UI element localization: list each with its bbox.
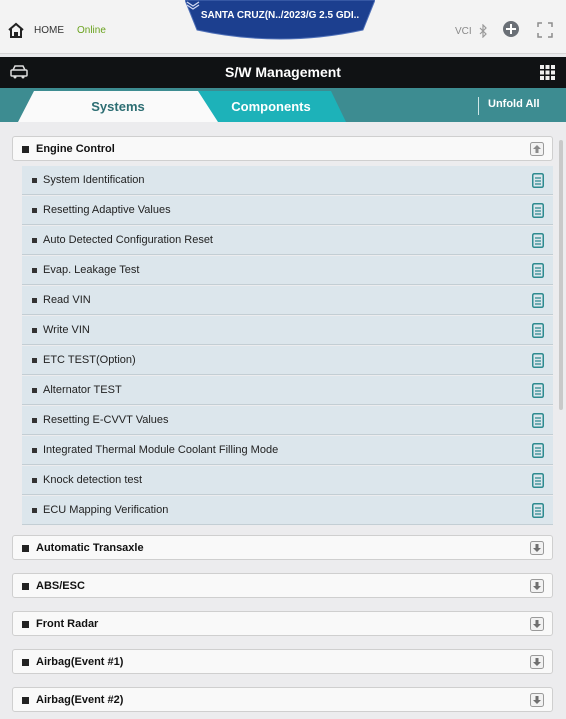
item-label: Evap. Leakage Test bbox=[43, 264, 140, 276]
bullet bbox=[32, 358, 37, 363]
tab-systems[interactable]: Systems bbox=[18, 91, 218, 122]
bullet bbox=[32, 238, 37, 243]
item-label: Alternator TEST bbox=[43, 384, 122, 396]
expand-icon[interactable] bbox=[530, 693, 544, 707]
title-bar: S/W Management bbox=[0, 57, 566, 88]
group-header-automatic-transaxle[interactable]: Automatic Transaxle bbox=[12, 535, 553, 560]
document-icon[interactable] bbox=[532, 473, 544, 488]
vci-label: VCI bbox=[455, 26, 472, 37]
bullet bbox=[32, 268, 37, 273]
document-icon[interactable] bbox=[532, 323, 544, 338]
list-item[interactable]: Write VIN bbox=[22, 316, 553, 345]
bullet bbox=[32, 388, 37, 393]
list-item[interactable]: Auto Detected Configuration Reset bbox=[22, 226, 553, 255]
collapse-icon[interactable] bbox=[530, 142, 544, 156]
bullet bbox=[22, 697, 29, 704]
bullet bbox=[22, 621, 29, 628]
chevron-down-icon bbox=[186, 1, 200, 10]
document-icon[interactable] bbox=[532, 233, 544, 248]
document-icon[interactable] bbox=[532, 293, 544, 308]
group-header-engine-control[interactable]: Engine Control bbox=[12, 136, 553, 161]
item-label: Resetting E-CVVT Values bbox=[43, 414, 169, 426]
vehicle-selector[interactable]: SANTA CRUZ(N../2023/G 2.5 GDI.. bbox=[185, 0, 375, 44]
bullet bbox=[32, 478, 37, 483]
bullet bbox=[22, 659, 29, 666]
tab-systems-label: Systems bbox=[91, 99, 145, 114]
bluetooth-icon bbox=[479, 24, 487, 38]
bullet bbox=[22, 583, 29, 590]
document-icon[interactable] bbox=[532, 383, 544, 398]
item-label: ETC TEST(Option) bbox=[43, 354, 136, 366]
online-status: Online bbox=[77, 25, 106, 36]
item-label: Write VIN bbox=[43, 324, 90, 336]
list-item[interactable]: ECU Mapping Verification bbox=[22, 496, 553, 525]
divider bbox=[478, 97, 479, 115]
list-item[interactable]: Alternator TEST bbox=[22, 376, 553, 405]
vehicle-name: SANTA CRUZ(N../2023/G 2.5 GDI.. bbox=[200, 10, 360, 21]
home-label[interactable]: HOME bbox=[34, 25, 64, 36]
list-item[interactable]: Evap. Leakage Test bbox=[22, 256, 553, 285]
item-label: Auto Detected Configuration Reset bbox=[43, 234, 213, 246]
document-icon[interactable] bbox=[532, 353, 544, 368]
bullet bbox=[32, 298, 37, 303]
list-item[interactable]: ETC TEST(Option) bbox=[22, 346, 553, 375]
group-header-front-radar[interactable]: Front Radar bbox=[12, 611, 553, 636]
group-label: Airbag(Event #2) bbox=[36, 694, 124, 706]
page-title: S/W Management bbox=[225, 64, 341, 80]
document-icon[interactable] bbox=[532, 263, 544, 278]
group-label: ABS/ESC bbox=[36, 580, 85, 592]
tab-bar: Components Systems Unfold All bbox=[0, 88, 566, 122]
document-icon[interactable] bbox=[532, 173, 544, 188]
group-header-airbag-event-1[interactable]: Airbag(Event #1) bbox=[12, 649, 553, 674]
bullet bbox=[32, 448, 37, 453]
vci-connection-icon[interactable] bbox=[500, 18, 522, 40]
item-label: Knock detection test bbox=[43, 474, 143, 486]
item-label: Integrated Thermal Module Coolant Fillin… bbox=[43, 444, 279, 456]
bullet bbox=[22, 146, 29, 153]
document-icon[interactable] bbox=[532, 413, 544, 428]
expand-icon[interactable] bbox=[530, 541, 544, 555]
bullet bbox=[32, 178, 37, 183]
group-label: Airbag(Event #1) bbox=[36, 656, 124, 668]
grid-menu-icon[interactable] bbox=[540, 65, 555, 80]
item-label: ECU Mapping Verification bbox=[43, 504, 169, 516]
bullet bbox=[32, 328, 37, 333]
group-label: Engine Control bbox=[36, 143, 115, 155]
document-icon[interactable] bbox=[532, 503, 544, 518]
item-label: Resetting Adaptive Values bbox=[43, 204, 171, 216]
expand-icon[interactable] bbox=[530, 579, 544, 593]
item-label: System Identification bbox=[43, 174, 145, 186]
list-item[interactable]: Resetting E-CVVT Values bbox=[22, 406, 553, 435]
home-icon[interactable] bbox=[8, 22, 24, 38]
list-item[interactable]: Knock detection test bbox=[22, 466, 553, 495]
tab-components[interactable]: Components bbox=[196, 91, 346, 122]
expand-icon[interactable] bbox=[530, 617, 544, 631]
expand-icon[interactable] bbox=[530, 655, 544, 669]
bullet bbox=[32, 418, 37, 423]
unfold-all-button[interactable]: Unfold All bbox=[488, 98, 540, 110]
vehicle-banner-shape bbox=[185, 0, 375, 40]
document-icon[interactable] bbox=[532, 443, 544, 458]
group-header-airbag-event-2[interactable]: Airbag(Event #2) bbox=[12, 687, 553, 712]
scrollbar[interactable] bbox=[559, 140, 563, 410]
systems-list: Engine Control System Identification Res… bbox=[0, 122, 566, 719]
list-item[interactable]: Resetting Adaptive Values bbox=[22, 196, 553, 225]
list-item[interactable]: Read VIN bbox=[22, 286, 553, 315]
document-icon[interactable] bbox=[532, 203, 544, 218]
group-label: Front Radar bbox=[36, 618, 99, 630]
tab-components-label: Components bbox=[231, 99, 311, 114]
group-header-abs-esc[interactable]: ABS/ESC bbox=[12, 573, 553, 598]
item-label: Read VIN bbox=[43, 294, 91, 306]
list-item[interactable]: System Identification bbox=[22, 166, 553, 195]
bullet bbox=[22, 545, 29, 552]
list-item[interactable]: Integrated Thermal Module Coolant Fillin… bbox=[22, 436, 553, 465]
group-label: Automatic Transaxle bbox=[36, 542, 144, 554]
fullscreen-icon[interactable] bbox=[537, 22, 553, 38]
bullet bbox=[32, 208, 37, 213]
bullet bbox=[32, 508, 37, 513]
status-bar: HOME Online SANTA CRUZ(N../2023/G 2.5 GD… bbox=[0, 0, 566, 54]
